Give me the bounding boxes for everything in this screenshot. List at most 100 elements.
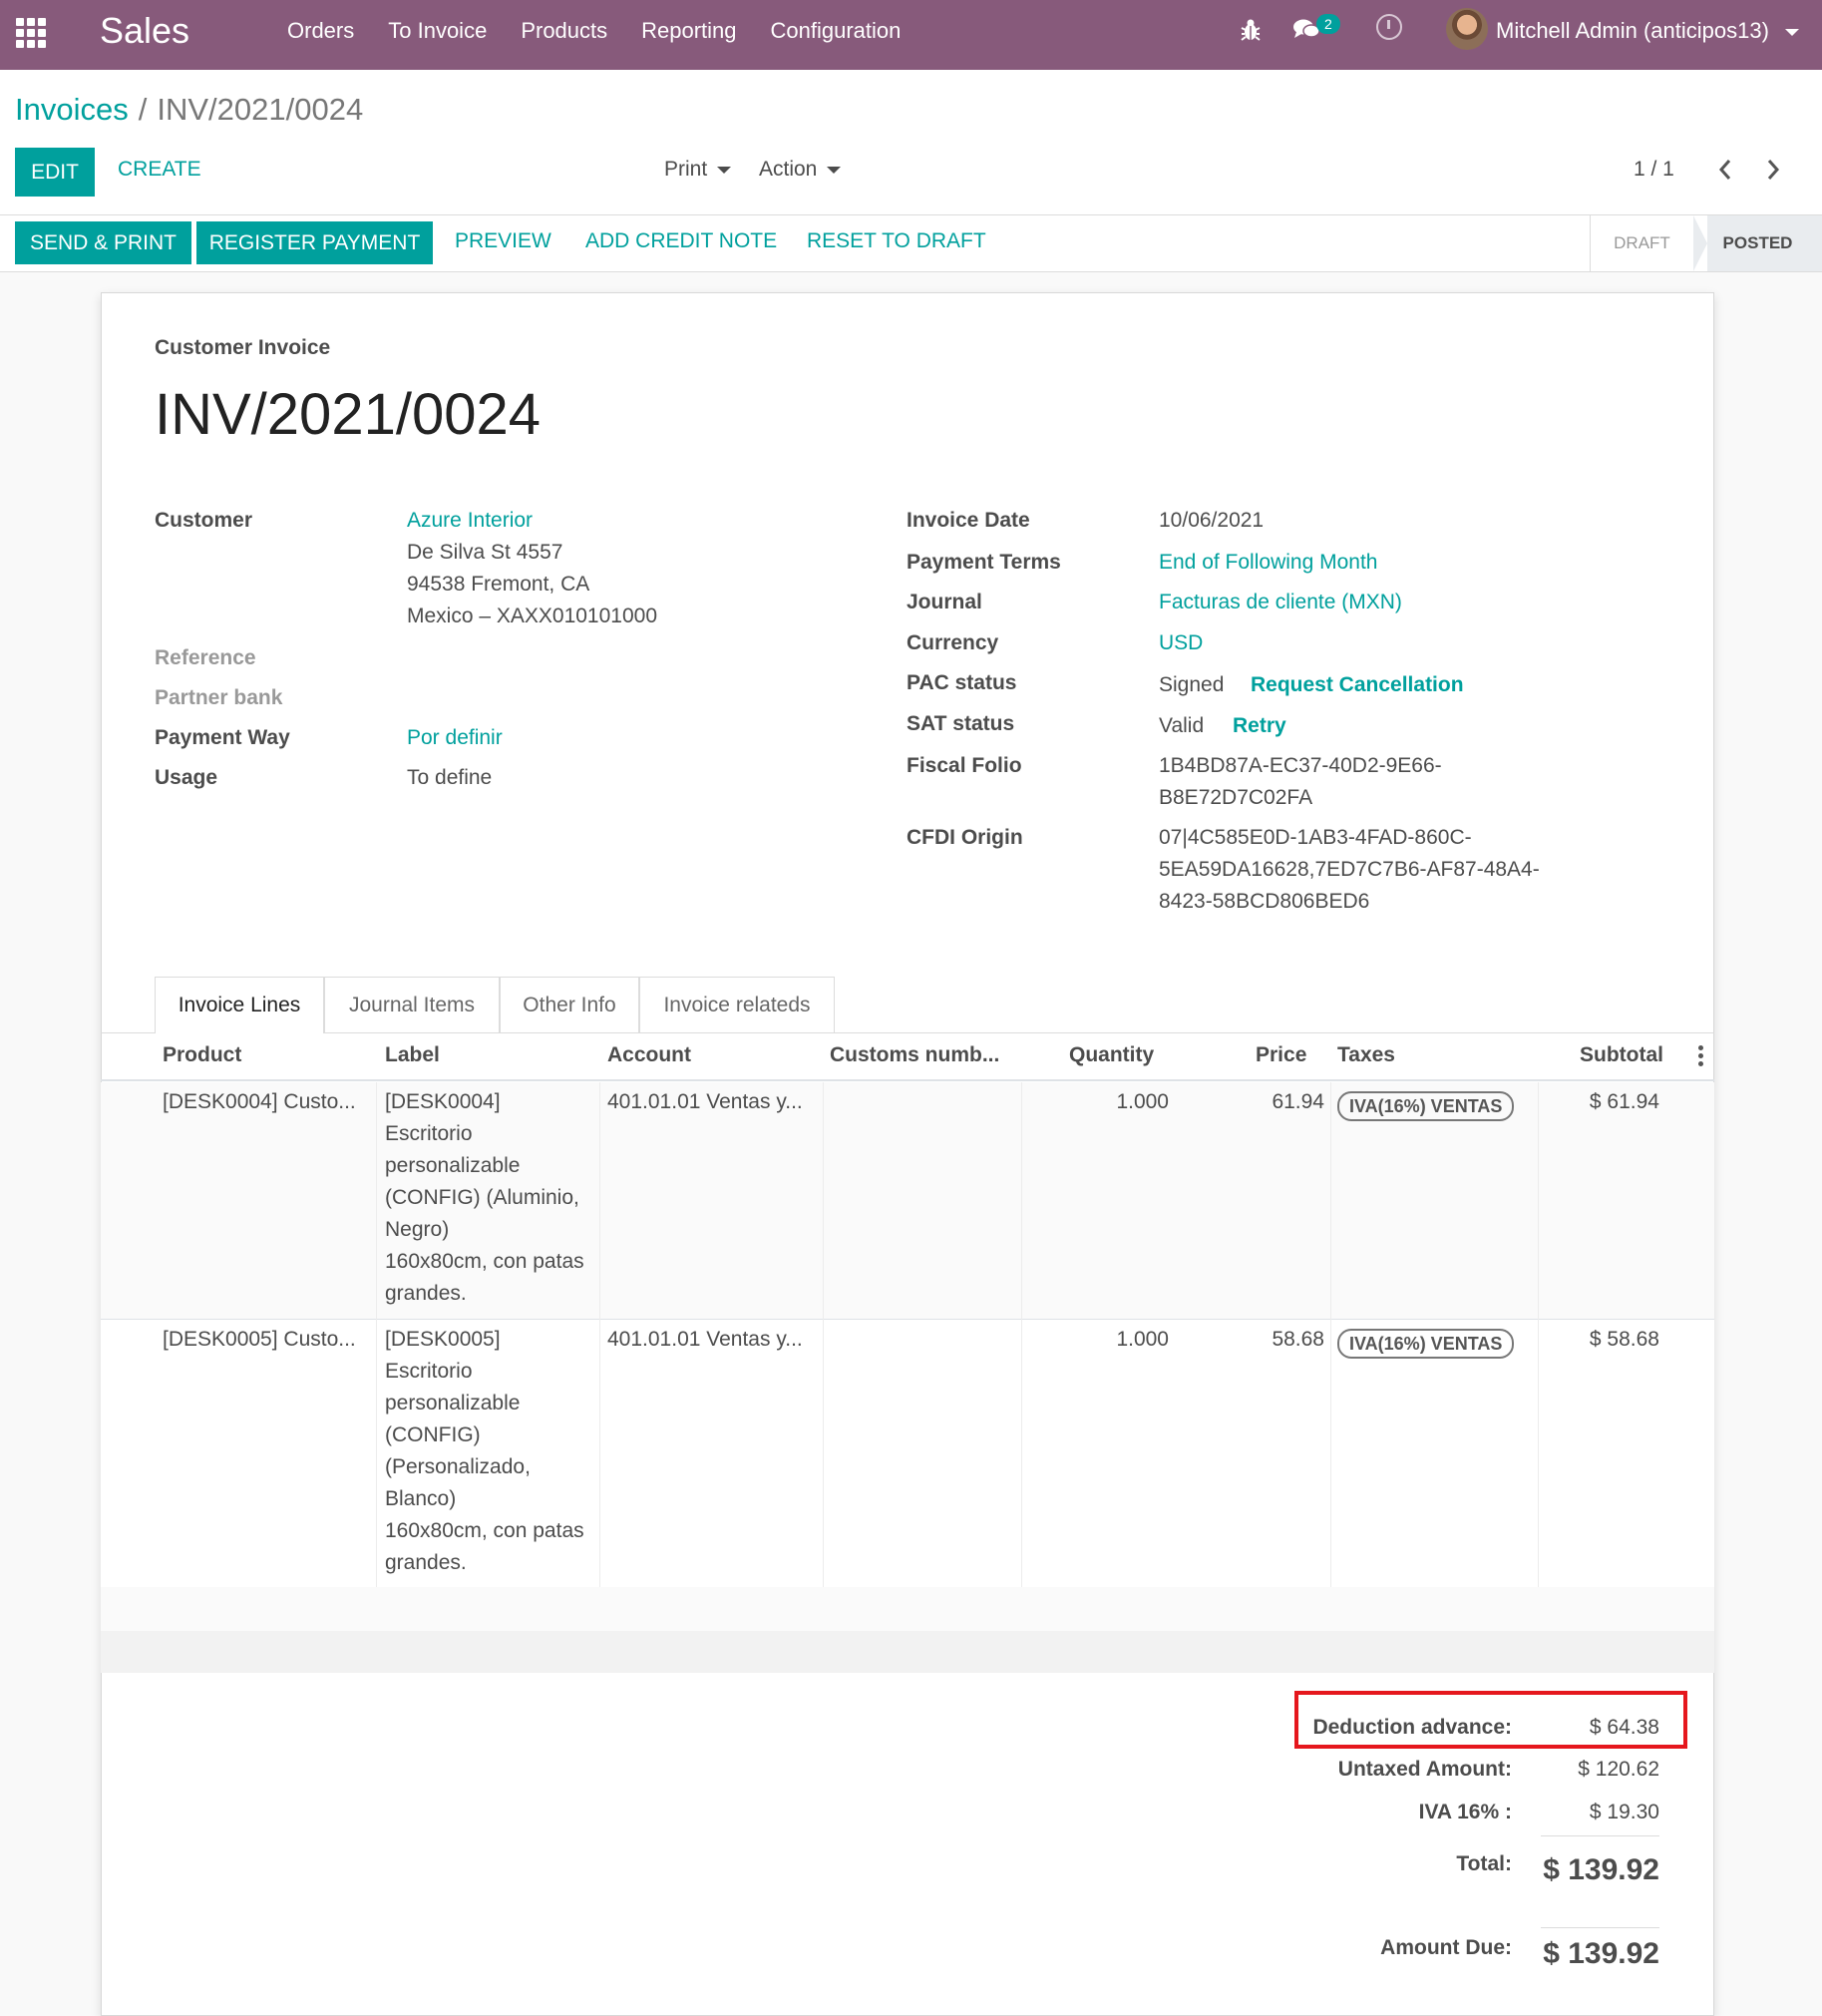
- fiscal-folio-line-1: 1B4BD87A-EC37-40D2-9E66-: [1159, 754, 1442, 777]
- cfdi-origin-label: CFDI Origin: [907, 826, 1023, 849]
- row2-label-line: 160x80cm, con patas: [385, 1519, 584, 1542]
- deduction-advance-value: $ 64.38: [1589, 1716, 1659, 1739]
- row2-label-line: (CONFIG): [385, 1423, 481, 1446]
- chevron-down-icon: [717, 166, 732, 174]
- col-price[interactable]: Price: [1256, 1043, 1306, 1067]
- previous-record-icon[interactable]: [1717, 158, 1733, 182]
- usage-value: To define: [407, 766, 493, 789]
- amount-due-value: $ 139.92: [1543, 1937, 1659, 1970]
- menu-orders[interactable]: Orders: [287, 18, 354, 44]
- col-taxes[interactable]: Taxes: [1337, 1043, 1395, 1067]
- register-payment-button[interactable]: REGISTER PAYMENT: [196, 221, 433, 264]
- retry-button[interactable]: Retry: [1233, 714, 1286, 738]
- top-navbar: Sales Orders To Invoice Products Reporti…: [0, 0, 1822, 70]
- edit-button[interactable]: EDIT: [15, 148, 95, 197]
- currency-link[interactable]: USD: [1159, 631, 1203, 655]
- stage-posted[interactable]: POSTED: [1693, 215, 1822, 271]
- create-button[interactable]: CREATE: [118, 158, 201, 182]
- tab-other-info[interactable]: Other Info: [500, 977, 639, 1032]
- invoice-number: INV/2021/0024: [155, 382, 541, 447]
- row2-label-line: [DESK0005]: [385, 1328, 501, 1351]
- col-account[interactable]: Account: [607, 1043, 691, 1067]
- table-row[interactable]: [101, 1320, 1714, 1587]
- fiscal-folio-label: Fiscal Folio: [907, 754, 1022, 777]
- currency-label: Currency: [907, 631, 999, 654]
- breadcrumb-current: INV/2021/0024: [157, 92, 364, 127]
- cfdi-origin-line-1: 07|4C585E0D-1AB3-4FAD-860C-: [1159, 826, 1472, 849]
- payment-way-link[interactable]: Por definir: [407, 726, 503, 750]
- menu-reporting[interactable]: Reporting: [641, 18, 736, 44]
- column-divider: [376, 1082, 377, 1320]
- optional-columns-icon[interactable]: [1698, 1045, 1704, 1069]
- apps-grid-icon[interactable]: [12, 14, 48, 50]
- cfdi-origin-line-2: 5EA59DA16628,7ED7C7B6-AF87-48A4-: [1159, 858, 1540, 881]
- action-dropdown[interactable]: Action: [759, 158, 842, 182]
- iva-value: $ 19.30: [1589, 1801, 1659, 1823]
- col-subtotal[interactable]: Subtotal: [1580, 1043, 1663, 1067]
- print-label: Print: [664, 158, 708, 181]
- add-credit-note-button[interactable]: ADD CREDIT NOTE: [585, 229, 777, 253]
- row2-label-line: personalizable: [385, 1392, 521, 1414]
- row1-label-line: 160x80cm, con patas: [385, 1250, 584, 1273]
- payment-terms-link[interactable]: End of Following Month: [1159, 551, 1377, 575]
- reset-to-draft-button[interactable]: RESET TO DRAFT: [807, 229, 986, 253]
- row2-label-line: (Personalizado,: [385, 1455, 531, 1478]
- journal-link[interactable]: Facturas de cliente (MXN): [1159, 591, 1402, 614]
- tab-invoice-lines[interactable]: Invoice Lines: [155, 977, 324, 1033]
- address-line-2: 94538 Fremont, CA: [407, 573, 590, 596]
- untaxed-amount-label: Untaxed Amount:: [1337, 1758, 1512, 1781]
- row1-subtotal: $ 61.94: [1589, 1090, 1659, 1113]
- row1-tax-badge: IVA(16%) VENTAS: [1337, 1091, 1515, 1121]
- print-dropdown[interactable]: Print: [664, 158, 732, 182]
- usage-label: Usage: [155, 766, 218, 789]
- row1-label-line: Negro): [385, 1218, 450, 1241]
- breadcrumb-separator: /: [138, 92, 148, 127]
- row2-quantity: 1.000: [1116, 1328, 1169, 1351]
- address-line-3: Mexico – XAXX010101000: [407, 605, 658, 627]
- pager-value[interactable]: 1 / 1: [1634, 158, 1674, 182]
- tab-journal-items[interactable]: Journal Items: [324, 977, 500, 1032]
- col-quantity[interactable]: Quantity: [1069, 1043, 1154, 1067]
- col-product[interactable]: Product: [163, 1043, 241, 1067]
- row2-subtotal: $ 58.68: [1589, 1328, 1659, 1351]
- send-print-button[interactable]: SEND & PRINT: [15, 221, 191, 264]
- stage-draft[interactable]: DRAFT: [1590, 215, 1693, 271]
- tab-invoice-relateds[interactable]: Invoice relateds: [639, 977, 835, 1032]
- row1-product: [DESK0004] Custo...: [163, 1090, 356, 1113]
- row1-label-line: [DESK0004]: [385, 1090, 501, 1113]
- bug-icon[interactable]: [1240, 18, 1262, 42]
- row2-label-line: grandes.: [385, 1551, 467, 1574]
- next-record-icon[interactable]: [1765, 158, 1781, 182]
- chat-count-badge: 2: [1316, 14, 1340, 34]
- app-name[interactable]: Sales: [100, 10, 189, 52]
- preview-button[interactable]: PREVIEW: [455, 229, 551, 253]
- column-divider: [823, 1082, 824, 1320]
- user-name: Mitchell Admin (anticipos13): [1496, 18, 1769, 43]
- customer-link[interactable]: Azure Interior: [407, 509, 533, 533]
- user-menu[interactable]: Mitchell Admin (anticipos13): [1496, 18, 1800, 44]
- request-cancellation-button[interactable]: Request Cancellation: [1251, 673, 1464, 697]
- sat-status-value: Valid: [1159, 714, 1205, 737]
- column-divider: [823, 1320, 824, 1587]
- address-line-1: De Silva St 4557: [407, 541, 563, 564]
- row1-label-line: personalizable: [385, 1154, 521, 1177]
- journal-label: Journal: [907, 591, 982, 613]
- col-customs-number[interactable]: Customs numb...: [830, 1043, 999, 1067]
- empty-row: [101, 1587, 1714, 1631]
- menu-to-invoice[interactable]: To Invoice: [388, 18, 487, 44]
- total-divider: [1541, 1835, 1659, 1836]
- col-label[interactable]: Label: [385, 1043, 440, 1067]
- customer-label: Customer: [155, 509, 253, 532]
- row2-label: [DESK0005] Escritorio personalizable (CO…: [385, 1324, 604, 1579]
- pac-status-value: Signed: [1159, 673, 1225, 696]
- user-avatar[interactable]: [1446, 8, 1488, 50]
- clock-icon[interactable]: [1376, 14, 1402, 40]
- chevron-down-icon: [827, 166, 842, 174]
- untaxed-amount-value: $ 120.62: [1578, 1758, 1659, 1781]
- row1-label-line: grandes.: [385, 1282, 467, 1305]
- partner-bank-label: Partner bank: [155, 686, 283, 709]
- menu-products[interactable]: Products: [521, 18, 607, 44]
- breadcrumb-invoices[interactable]: Invoices: [15, 92, 129, 127]
- menu-configuration[interactable]: Configuration: [771, 18, 902, 44]
- column-divider: [1330, 1082, 1331, 1320]
